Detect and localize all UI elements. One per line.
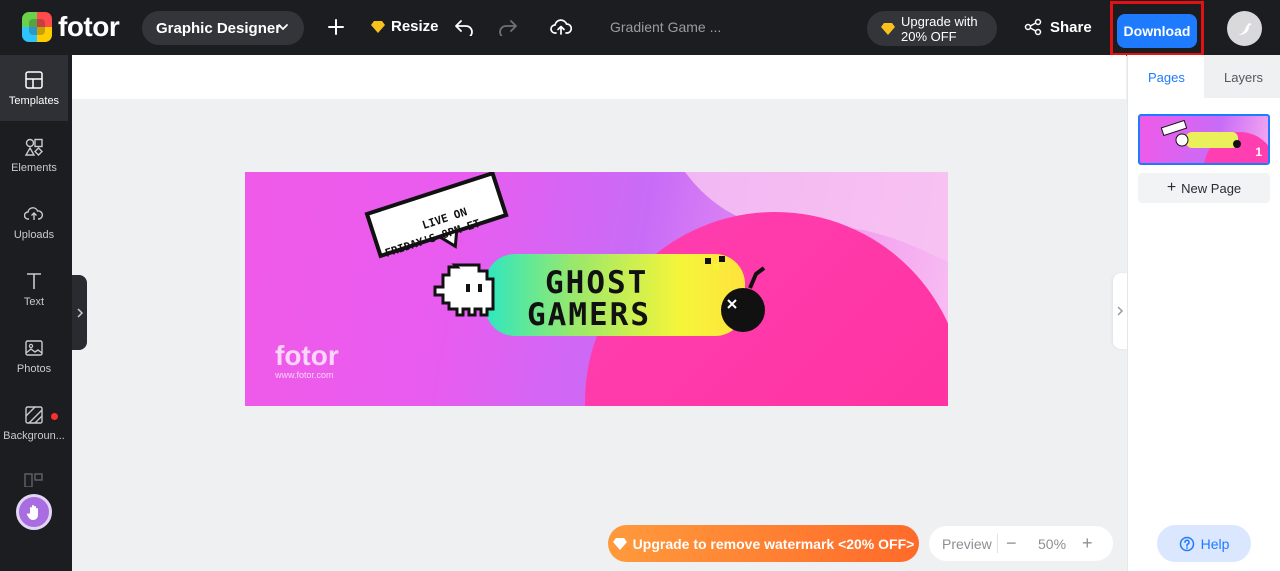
project-type-dropdown[interactable]: Graphic Designer	[142, 11, 304, 45]
ghost-character	[433, 263, 495, 317]
top-bar: fotor Graphic Designer Resize Gradient G…	[0, 0, 1280, 56]
help-label: Help	[1200, 535, 1230, 552]
remove-watermark-label: Upgrade to remove watermark <20% OFF>	[632, 535, 915, 552]
sidebar-label-photos: Photos	[16, 362, 52, 375]
sidebar-item-photos[interactable]: Photos	[0, 323, 68, 389]
templates-icon	[25, 70, 43, 89]
hand-icon[interactable]	[16, 494, 52, 530]
banner-line1: GHOST	[545, 265, 648, 301]
photos-icon	[25, 339, 43, 356]
page-number: 1	[1255, 145, 1262, 159]
logo-text: fotor	[58, 11, 120, 42]
sidebar-item-background[interactable]: Backgroun...	[0, 390, 68, 456]
sidebar-item-templates[interactable]: Templates	[0, 55, 68, 121]
preview-button[interactable]: Preview	[942, 536, 992, 552]
fotor-logo-icon	[22, 12, 52, 42]
help-icon	[1179, 536, 1194, 551]
sidebar-item-text[interactable]: Text	[0, 256, 68, 322]
resize-label: Resize	[391, 18, 439, 35]
uploads-icon	[24, 206, 43, 220]
more-tools-icon[interactable]	[24, 473, 44, 492]
fotor-logo[interactable]: fotor	[22, 11, 120, 42]
zoom-in-icon[interactable]: +	[1082, 533, 1093, 554]
upgrade-line1: Upgrade with	[901, 13, 978, 29]
sidebar-item-uploads[interactable]: Uploads	[0, 189, 68, 255]
cloud-upload-icon[interactable]	[550, 16, 572, 38]
upgrade-line2: 20% OFF	[901, 28, 957, 44]
download-button[interactable]: Download	[1117, 14, 1197, 48]
diamond-icon	[612, 537, 627, 550]
diamond-icon	[371, 20, 385, 33]
zoom-out-icon[interactable]: −	[1006, 533, 1017, 554]
design-canvas[interactable]: fotor www.fotor.com LIVE ON FRIDAY'S 8PM…	[245, 172, 948, 406]
banner-line2: GAMERS	[527, 297, 651, 333]
tab-pages[interactable]: Pages	[1148, 70, 1185, 85]
watermark-logo: fotor	[275, 340, 339, 371]
plus-icon[interactable]	[325, 16, 347, 38]
sidebar-label-text: Text	[23, 295, 45, 308]
right-panel: Pages Layers 1 + New Page Help	[1127, 55, 1280, 571]
zoom-controls: Preview − 50% +	[929, 526, 1113, 561]
remove-watermark-button[interactable]: Upgrade to remove watermark <20% OFF>	[608, 525, 919, 562]
share-label: Share	[1050, 18, 1092, 36]
new-page-label: New Page	[1181, 180, 1242, 196]
thumbnail-art	[1160, 119, 1268, 163]
elements-icon	[24, 138, 43, 156]
background-icon	[25, 405, 43, 424]
sidebar-label-uploads: Uploads	[13, 228, 55, 241]
share-icon	[1024, 18, 1042, 36]
watermark-url: www.fotor.com	[274, 370, 334, 380]
tab-layers[interactable]: Layers	[1224, 70, 1263, 85]
chevron-down-icon	[278, 24, 288, 31]
text-icon	[27, 272, 41, 289]
download-highlight-box: Download	[1110, 1, 1204, 56]
divider	[997, 534, 998, 553]
new-page-button[interactable]: + New Page	[1138, 173, 1270, 203]
avatar[interactable]	[1227, 11, 1262, 46]
notification-dot	[51, 413, 58, 420]
design-artwork: fotor www.fotor.com LIVE ON FRIDAY'S 8PM…	[274, 172, 948, 406]
canvas-top-strip	[72, 55, 1126, 99]
sidebar-label-background: Backgroun...	[3, 429, 65, 442]
collapse-right-panel-button[interactable]	[1113, 273, 1127, 349]
chevron-right-icon	[1117, 306, 1124, 316]
document-title[interactable]: Gradient Game ...	[610, 19, 721, 35]
bird-icon	[1237, 22, 1252, 35]
resize-button[interactable]: Resize	[371, 18, 439, 35]
chevron-right-icon	[76, 307, 83, 318]
sidebar-label-templates: Templates	[8, 94, 60, 107]
panel-tabs: Pages Layers	[1128, 55, 1280, 99]
help-button[interactable]: Help	[1157, 525, 1251, 562]
share-button[interactable]: Share	[1024, 18, 1092, 36]
left-sidebar: Templates Elements Uploads Text Photos B…	[0, 55, 72, 571]
page-thumbnail[interactable]: 1	[1138, 114, 1270, 165]
undo-icon[interactable]	[453, 16, 475, 38]
project-type-label: Graphic Designer	[156, 19, 282, 37]
zoom-value[interactable]: 50%	[1038, 536, 1066, 552]
collapse-left-panel-button[interactable]	[72, 275, 87, 350]
plus-icon: +	[1166, 179, 1177, 196]
sidebar-item-elements[interactable]: Elements	[0, 122, 68, 188]
upgrade-button[interactable]: Upgrade with 20% OFF	[867, 11, 997, 46]
redo-icon[interactable]	[497, 16, 519, 38]
sidebar-label-elements: Elements	[11, 161, 57, 174]
diamond-icon	[881, 23, 895, 35]
